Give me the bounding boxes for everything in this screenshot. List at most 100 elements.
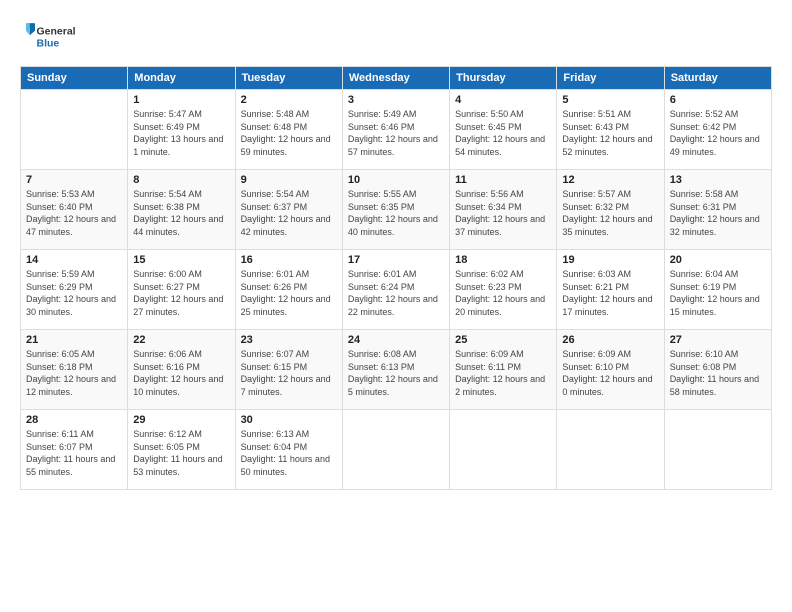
day-number: 11 — [455, 174, 551, 186]
day-number: 25 — [455, 334, 551, 346]
calendar-table: SundayMondayTuesdayWednesdayThursdayFrid… — [20, 66, 772, 490]
day-number: 13 — [670, 174, 766, 186]
calendar-cell: 11 Sunrise: 5:56 AM Sunset: 6:34 PM Dayli… — [450, 170, 557, 250]
calendar-cell: 14Sunrise: 5:59 AM Sunset: 6:29 PM Dayli… — [21, 250, 128, 330]
day-info: Sunrise: 6:08 AM Sunset: 6:13 PM Dayligh… — [348, 348, 444, 398]
day-info: Sunrise: 6:12 AM Sunset: 6:05 PM Dayligh… — [133, 428, 229, 478]
day-number: 29 — [133, 414, 229, 426]
calendar-cell: 4 Sunrise: 5:50 AM Sunset: 6:45 PM Daylig… — [450, 90, 557, 170]
day-info: Sunrise: 5:56 AM Sunset: 6:34 PM Dayligh… — [455, 188, 551, 238]
calendar-cell: 13 Sunrise: 5:58 AM Sunset: 6:31 PM Dayli… — [664, 170, 771, 250]
weekday-header-friday: Friday — [557, 67, 664, 90]
calendar-cell: 29 Sunrise: 6:12 AM Sunset: 6:05 PM Dayli… — [128, 410, 235, 490]
day-number: 26 — [562, 334, 658, 346]
day-info: Sunrise: 5:59 AM Sunset: 6:29 PM Dayligh… — [26, 268, 122, 318]
weekday-header-sunday: Sunday — [21, 67, 128, 90]
calendar-cell: 23 Sunrise: 6:07 AM Sunset: 6:15 PM Dayli… — [235, 330, 342, 410]
day-number: 21 — [26, 334, 122, 346]
day-number: 17 — [348, 254, 444, 266]
day-info: Sunrise: 6:05 AM Sunset: 6:18 PM Dayligh… — [26, 348, 122, 398]
day-info: Sunrise: 5:48 AM Sunset: 6:48 PM Dayligh… — [241, 108, 337, 158]
weekday-header-saturday: Saturday — [664, 67, 771, 90]
calendar-cell: 3 Sunrise: 5:49 AM Sunset: 6:46 PM Daylig… — [342, 90, 449, 170]
calendar-cell — [664, 410, 771, 490]
calendar-cell: 25 Sunrise: 6:09 AM Sunset: 6:11 PM Dayli… — [450, 330, 557, 410]
day-number: 6 — [670, 94, 766, 106]
day-info: Sunrise: 5:49 AM Sunset: 6:46 PM Dayligh… — [348, 108, 444, 158]
day-info: Sunrise: 6:03 AM Sunset: 6:21 PM Dayligh… — [562, 268, 658, 318]
weekday-header-wednesday: Wednesday — [342, 67, 449, 90]
day-info: Sunrise: 6:01 AM Sunset: 6:24 PM Dayligh… — [348, 268, 444, 318]
calendar-cell: 22 Sunrise: 6:06 AM Sunset: 6:16 PM Dayli… — [128, 330, 235, 410]
day-info: Sunrise: 6:02 AM Sunset: 6:23 PM Dayligh… — [455, 268, 551, 318]
day-number: 27 — [670, 334, 766, 346]
logo-svg: General Blue — [20, 16, 80, 56]
calendar-cell: 8 Sunrise: 5:54 AM Sunset: 6:38 PM Daylig… — [128, 170, 235, 250]
logo: General Blue — [20, 16, 80, 56]
calendar-cell: 17 Sunrise: 6:01 AM Sunset: 6:24 PM Dayli… — [342, 250, 449, 330]
day-info: Sunrise: 5:54 AM Sunset: 6:37 PM Dayligh… — [241, 188, 337, 238]
day-info: Sunrise: 6:07 AM Sunset: 6:15 PM Dayligh… — [241, 348, 337, 398]
calendar-cell: 30 Sunrise: 6:13 AM Sunset: 6:04 PM Dayli… — [235, 410, 342, 490]
day-number: 30 — [241, 414, 337, 426]
svg-text:General: General — [37, 26, 76, 38]
calendar-cell: 26 Sunrise: 6:09 AM Sunset: 6:10 PM Dayli… — [557, 330, 664, 410]
calendar-cell: 6Sunrise: 5:52 AM Sunset: 6:42 PM Daylig… — [664, 90, 771, 170]
day-number: 5 — [562, 94, 658, 106]
day-info: Sunrise: 6:09 AM Sunset: 6:10 PM Dayligh… — [562, 348, 658, 398]
day-info: Sunrise: 5:53 AM Sunset: 6:40 PM Dayligh… — [26, 188, 122, 238]
header: General Blue — [20, 16, 772, 56]
day-number: 18 — [455, 254, 551, 266]
weekday-header-thursday: Thursday — [450, 67, 557, 90]
day-info: Sunrise: 6:13 AM Sunset: 6:04 PM Dayligh… — [241, 428, 337, 478]
calendar-cell: 15 Sunrise: 6:00 AM Sunset: 6:27 PM Dayli… — [128, 250, 235, 330]
day-number: 15 — [133, 254, 229, 266]
day-number: 23 — [241, 334, 337, 346]
day-number: 20 — [670, 254, 766, 266]
day-info: Sunrise: 5:55 AM Sunset: 6:35 PM Dayligh… — [348, 188, 444, 238]
day-info: Sunrise: 5:47 AM Sunset: 6:49 PM Dayligh… — [133, 108, 229, 158]
calendar-cell: 10 Sunrise: 5:55 AM Sunset: 6:35 PM Dayli… — [342, 170, 449, 250]
day-info: Sunrise: 5:51 AM Sunset: 6:43 PM Dayligh… — [562, 108, 658, 158]
calendar-cell — [342, 410, 449, 490]
day-number: 2 — [241, 94, 337, 106]
calendar-cell: 1Sunrise: 5:47 AM Sunset: 6:49 PM Daylig… — [128, 90, 235, 170]
calendar-cell — [450, 410, 557, 490]
weekday-header-tuesday: Tuesday — [235, 67, 342, 90]
calendar-cell: 27 Sunrise: 6:10 AM Sunset: 6:08 PM Dayli… — [664, 330, 771, 410]
day-info: Sunrise: 6:00 AM Sunset: 6:27 PM Dayligh… — [133, 268, 229, 318]
day-number: 7 — [26, 174, 122, 186]
day-number: 10 — [348, 174, 444, 186]
calendar-cell: 9Sunrise: 5:54 AM Sunset: 6:37 PM Daylig… — [235, 170, 342, 250]
day-number: 16 — [241, 254, 337, 266]
day-info: Sunrise: 6:01 AM Sunset: 6:26 PM Dayligh… — [241, 268, 337, 318]
day-info: Sunrise: 5:54 AM Sunset: 6:38 PM Dayligh… — [133, 188, 229, 238]
svg-text:Blue: Blue — [37, 38, 60, 50]
day-info: Sunrise: 5:58 AM Sunset: 6:31 PM Dayligh… — [670, 188, 766, 238]
calendar-cell: 7 Sunrise: 5:53 AM Sunset: 6:40 PM Daylig… — [21, 170, 128, 250]
day-number: 3 — [348, 94, 444, 106]
day-number: 22 — [133, 334, 229, 346]
day-info: Sunrise: 6:10 AM Sunset: 6:08 PM Dayligh… — [670, 348, 766, 398]
day-number: 19 — [562, 254, 658, 266]
day-info: Sunrise: 5:57 AM Sunset: 6:32 PM Dayligh… — [562, 188, 658, 238]
calendar-cell: 5 Sunrise: 5:51 AM Sunset: 6:43 PM Daylig… — [557, 90, 664, 170]
day-info: Sunrise: 6:09 AM Sunset: 6:11 PM Dayligh… — [455, 348, 551, 398]
calendar-cell: 16 Sunrise: 6:01 AM Sunset: 6:26 PM Dayli… — [235, 250, 342, 330]
day-number: 24 — [348, 334, 444, 346]
day-info: Sunrise: 5:50 AM Sunset: 6:45 PM Dayligh… — [455, 108, 551, 158]
calendar-cell: 18 Sunrise: 6:02 AM Sunset: 6:23 PM Dayli… — [450, 250, 557, 330]
day-number: 8 — [133, 174, 229, 186]
day-number: 12 — [562, 174, 658, 186]
day-number: 4 — [455, 94, 551, 106]
calendar-cell: 24 Sunrise: 6:08 AM Sunset: 6:13 PM Dayli… — [342, 330, 449, 410]
calendar-cell: 2 Sunrise: 5:48 AM Sunset: 6:48 PM Daylig… — [235, 90, 342, 170]
calendar-cell — [21, 90, 128, 170]
calendar-cell — [557, 410, 664, 490]
day-info: Sunrise: 6:06 AM Sunset: 6:16 PM Dayligh… — [133, 348, 229, 398]
calendar-cell: 12 Sunrise: 5:57 AM Sunset: 6:32 PM Dayli… — [557, 170, 664, 250]
weekday-header-monday: Monday — [128, 67, 235, 90]
calendar-cell: 20 Sunrise: 6:04 AM Sunset: 6:19 PM Dayli… — [664, 250, 771, 330]
calendar-cell: 19 Sunrise: 6:03 AM Sunset: 6:21 PM Dayli… — [557, 250, 664, 330]
day-info: Sunrise: 6:04 AM Sunset: 6:19 PM Dayligh… — [670, 268, 766, 318]
